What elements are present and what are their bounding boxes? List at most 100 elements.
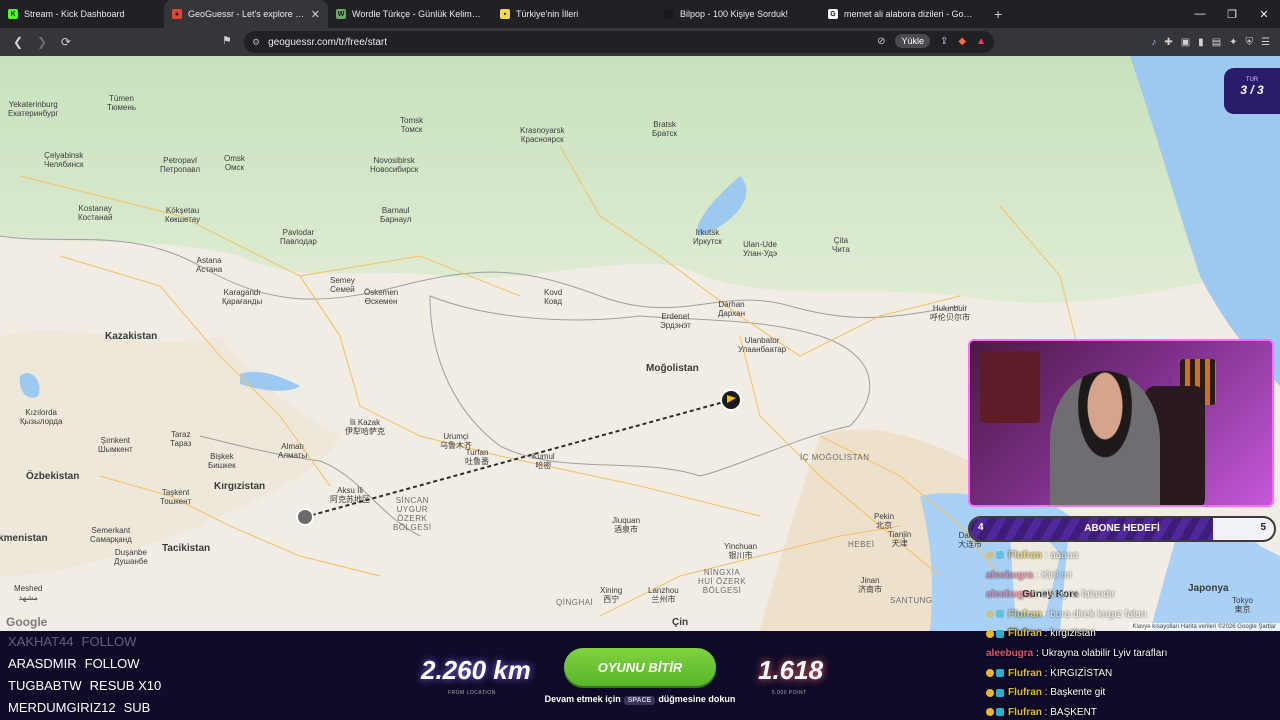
audio-icon[interactable]: ♪ xyxy=(1151,37,1156,48)
close-window-icon[interactable]: ✕ xyxy=(1248,0,1280,28)
chat-message: aleebugra : Ukrayna olabilir Lyiv tarafl… xyxy=(986,644,1276,664)
forward-icon[interactable]: ❯ xyxy=(32,32,52,52)
city-label: Duşanbe Душанбе xyxy=(114,548,148,566)
reload-icon[interactable]: ⟳ xyxy=(56,32,76,52)
city-label: Novosibirsk Новосибирск xyxy=(370,156,419,174)
address-bar[interactable]: ⚑ ⚙ geoguessr.com/tr/free/start ⊘ Yükle … xyxy=(222,31,994,53)
chat-separator: : xyxy=(1041,628,1051,640)
sub-goal-target: 5 xyxy=(1260,522,1266,533)
chat-message: Flufran : KIRGIZİSTAN xyxy=(986,664,1276,684)
chat-text: BAŞKENT xyxy=(1050,706,1097,718)
leo-icon[interactable]: ✦ xyxy=(1229,37,1237,48)
city-label: Omsk Омск xyxy=(224,154,245,172)
browser-tab[interactable]: ▪ Türkiye'nin İlleri xyxy=(492,0,656,28)
distance-caption: FROM LOCATION xyxy=(448,690,496,696)
city-label: Irkutsk Иркутск xyxy=(693,228,722,246)
city-label: Karagandı Қарағанды xyxy=(222,288,263,306)
site-info-icon[interactable]: ⚙ xyxy=(252,37,260,48)
city-label: Tomsk Томск xyxy=(400,116,424,134)
city-label: Pekin 北京 xyxy=(874,512,895,530)
chat-separator: : xyxy=(1033,569,1042,581)
browser-tab[interactable]: Gmemet ali alabora dizileri - Google'd xyxy=(820,0,984,28)
chat-text: bura direk kırgız falan xyxy=(1050,608,1147,620)
region-label: SANTUNG xyxy=(890,596,933,605)
sidebar-icon[interactable]: ▮ xyxy=(1198,37,1204,48)
chat-username: Flufran xyxy=(1008,628,1042,640)
share-icon[interactable]: ⇪ xyxy=(940,36,948,47)
city-label: Çita Чита xyxy=(832,236,850,254)
city-label: Barnaul Барнаул xyxy=(380,206,412,224)
menu-icon[interactable]: ☰ xyxy=(1261,37,1270,48)
points-value: 1.618 xyxy=(758,655,824,685)
chat-text: Ukrayna olabilir Lyiv tarafları xyxy=(1041,647,1168,659)
browser-tab[interactable]: • Bilpop - 100 Kişiye Sorduk! xyxy=(656,0,820,28)
minimize-icon[interactable]: — xyxy=(1184,0,1216,28)
country-label: Türkmenistan xyxy=(0,533,48,544)
event-action: FOLLOW xyxy=(84,656,140,671)
quiz-icon: ▪ xyxy=(500,9,510,19)
city-label: Astana Астана xyxy=(196,256,223,274)
restore-icon[interactable]: ❐ xyxy=(1216,0,1248,28)
round-value: 3 / 3 xyxy=(1240,83,1264,97)
city-label: Darhan Дархан xyxy=(718,300,746,318)
chat-separator: : xyxy=(1041,608,1051,620)
webcam-overlay xyxy=(968,339,1274,507)
browser-tab[interactable]: W Wordle Türkçe - Günlük Kelime Oyun xyxy=(328,0,492,28)
event-user: MERDUMGIRIZ12 xyxy=(8,700,116,715)
city-label: Krasnoyarsk Красноярск xyxy=(520,126,565,144)
event-row: ARASDMIR FOLLOW xyxy=(8,653,208,675)
chat-text: Ukrayna falandır xyxy=(1041,589,1115,601)
chat-text: Kiril mi xyxy=(1041,569,1072,581)
reader-icon[interactable]: ⊘ xyxy=(877,36,885,47)
vpn-icon[interactable]: ⛨ xyxy=(1246,37,1254,48)
screen: { "browser": { "tabs": [ {"title": "Stre… xyxy=(0,0,1280,720)
distance-value: 2.260 km xyxy=(421,655,531,685)
city-label: Jinan 济南市 xyxy=(858,576,882,594)
browser-tab[interactable]: K Stream - Kick Dashboard xyxy=(0,0,164,28)
tab-title: memet ali alabora dizileri - Google'd xyxy=(844,9,976,19)
sub-badge-icon xyxy=(986,610,994,619)
region-label: NİNGXİA HUİ ÖZERK BÖLGESİ xyxy=(698,568,747,595)
back-icon[interactable]: ❮ xyxy=(8,32,28,52)
tab-title: Bilpop - 100 Kişiye Sorduk! xyxy=(680,9,789,19)
sub-badge-icon xyxy=(986,629,994,638)
new-tab-button[interactable]: + xyxy=(984,6,1012,22)
chat-message: Flufran : Başkente git xyxy=(986,683,1276,703)
chat-separator: : xyxy=(1033,589,1042,601)
chat-username: Flufran xyxy=(1008,706,1042,718)
extensions-icon[interactable]: ✚ xyxy=(1164,37,1172,48)
event-user: XAKHAT44 xyxy=(8,634,74,649)
city-label: Turfan 吐鲁番 xyxy=(465,448,489,466)
city-label: Hulunbuir 呼伦贝尔市 xyxy=(930,304,970,322)
end-game-button[interactable]: OYUNU BİTİR xyxy=(564,648,716,686)
wallet-icon[interactable]: ▤ xyxy=(1212,37,1221,48)
city-label: İli Kazak 伊犁哈萨克 xyxy=(345,418,385,436)
browser-tab[interactable]: ● GeoGuessr - Let's explore the wo ✕ xyxy=(164,0,328,28)
points-caption: 5.000 POINT xyxy=(772,690,807,696)
city-label: Almatı Алматы xyxy=(278,442,308,460)
chat-message: aleebugra : Ukrayna falandır xyxy=(986,585,1276,605)
google-icon: G xyxy=(828,9,838,19)
close-tab-icon[interactable]: ✕ xyxy=(311,8,320,21)
city-label: Yinchuan 银川市 xyxy=(724,542,758,560)
chat-username: aleebugra xyxy=(986,589,1034,601)
rewards-icon[interactable]: ▲ xyxy=(976,36,986,47)
sub-badge-icon xyxy=(986,708,994,717)
brave-shield-icon[interactable]: ◆ xyxy=(958,36,966,47)
screenshot-icon[interactable]: ▣ xyxy=(1181,37,1190,48)
city-label: Lanzhou 兰州市 xyxy=(648,586,679,604)
streamer xyxy=(1050,371,1160,505)
chat-username: aleebugra xyxy=(986,647,1034,659)
chat-separator: : xyxy=(1041,550,1051,561)
wordle-icon: W xyxy=(336,9,346,19)
chat-text: KIRGIZİSTAN xyxy=(1050,667,1113,679)
kick-icon: K xyxy=(8,9,18,19)
chat-username: Flufran xyxy=(1008,608,1042,620)
region-label: HEBEİ xyxy=(848,540,875,549)
tab-title: Wordle Türkçe - Günlük Kelime Oyun xyxy=(352,9,484,19)
bookmark-icon[interactable]: ⚑ xyxy=(222,34,232,47)
install-app-button[interactable]: Yükle xyxy=(895,34,930,48)
chat-username: Flufran xyxy=(1008,550,1042,561)
country-label: Tacikistan xyxy=(162,543,211,554)
event-row: TUGBABTW RESUB X10 xyxy=(8,675,208,697)
